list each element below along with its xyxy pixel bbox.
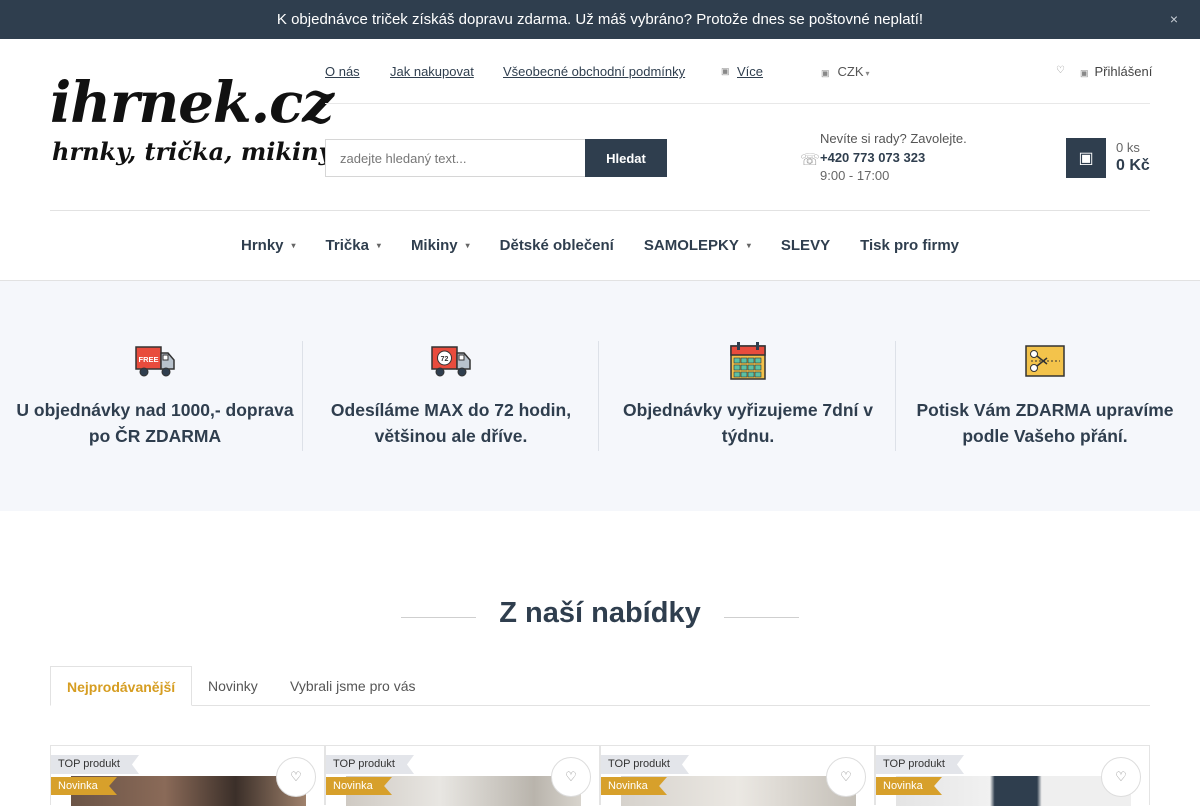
phone-icon: ☏	[800, 152, 821, 169]
tab-vybrali-jsme[interactable]: Vybrali jsme pro vás	[274, 666, 432, 706]
coupon-scissors-icon	[1025, 345, 1065, 377]
nav-item-label: Dětské oblečení	[499, 237, 614, 254]
wishlist-icon[interactable]: ♡	[1056, 65, 1065, 76]
benefit-text: Odesíláme MAX do 72 hodin, většinou ale …	[330, 400, 572, 446]
currency-selector[interactable]: ▣ CZK ▾	[821, 64, 870, 79]
search-button[interactable]: Hledat	[585, 139, 667, 177]
announcement-bar: K objednávce triček získáš dopravu zdarm…	[0, 0, 1200, 39]
announcement-text: K objednávce triček získáš dopravu zdarm…	[276, 11, 924, 28]
svg-text:FREE: FREE	[138, 355, 158, 364]
chevron-down-icon: ▾	[865, 69, 870, 78]
nav-item-samolepky[interactable]: SAMOLEPKY ▾	[644, 237, 751, 254]
flag-new: Novinka	[876, 777, 942, 795]
benefit-free-delivery: FREE U objednávky nad 1000,- doprava po …	[7, 341, 303, 451]
wishlist-heart-icon[interactable]: ♡	[276, 757, 316, 797]
title-divider-right	[724, 617, 799, 618]
nav-item-slevy[interactable]: SLEVY	[781, 237, 830, 254]
nav-item-label: Mikiny	[410, 237, 458, 254]
nav-item-mikiny[interactable]: Mikiny ▾	[411, 237, 470, 254]
72-hour-truck-icon: 72	[431, 346, 471, 377]
benefit-fast-dispatch: 72 Odesíláme MAX do 72 hodin, většinou a…	[303, 341, 599, 451]
cart-quantity: 0 ks	[1116, 140, 1140, 155]
flag-top-product: TOP produkt	[601, 755, 689, 774]
nav-item-label: Tisk pro firmy	[860, 237, 959, 254]
contact-prompt: Nevíte si rady? Zavolejte.	[820, 131, 967, 146]
flag-new: Novinka	[326, 777, 392, 795]
contact-hours: 9:00 - 17:00	[820, 168, 890, 183]
link-about[interactable]: O nás	[325, 64, 360, 79]
login-label: Přihlášení	[1094, 64, 1153, 79]
benefit-text: Potisk Vám ZDARMA upravíme podle Vašeho …	[916, 400, 1174, 446]
top-links: O nás Jak nakupovat Všeobecné obchodní p…	[325, 39, 1152, 104]
cart-button[interactable]: ▣	[1066, 138, 1106, 178]
divider	[598, 341, 599, 451]
link-terms[interactable]: Všeobecné obchodní podmínky	[503, 64, 685, 79]
currency-icon: ▣	[821, 68, 830, 78]
product-card[interactable]: TOP produkt Novinka ♡	[875, 745, 1150, 806]
link-more[interactable]: Více	[737, 64, 763, 79]
free-delivery-truck-icon: FREE	[135, 346, 175, 377]
chevron-down-icon: ▾	[746, 241, 751, 250]
nav-item-tisk-pro-firmy[interactable]: Tisk pro firmy	[860, 237, 959, 254]
login-link[interactable]: ▣ Přihlášení	[1080, 64, 1152, 79]
logo[interactable]: ihrnek.cz hrnky, trička, mikiny	[50, 73, 334, 177]
flag-top-product: TOP produkt	[876, 755, 964, 774]
product-grid: TOP produkt Novinka ♡ TOP produkt Novink…	[50, 745, 1150, 806]
chevron-down-icon: ▾	[376, 241, 381, 250]
flag-top-product: TOP produkt	[51, 755, 139, 774]
nav-item-hrnky[interactable]: Hrnky ▾	[241, 237, 296, 254]
wishlist-heart-icon[interactable]: ♡	[826, 757, 866, 797]
product-tabs: Nejprodávanější Novinky Vybrali jsme pro…	[50, 666, 1150, 706]
header: ihrnek.cz hrnky, trička, mikiny O nás Ja…	[50, 39, 1152, 211]
cart-icon: ▣	[1078, 150, 1094, 167]
chevron-down-icon: ▾	[291, 241, 296, 250]
section-title: Z naší nabídky	[499, 597, 701, 629]
contact-phone[interactable]: +420 773 073 323	[820, 150, 925, 165]
benefits-section: FREE U objednávky nad 1000,- doprava po …	[0, 281, 1200, 511]
cart-price: 0 Kč	[1116, 157, 1150, 174]
svg-text:72: 72	[441, 356, 449, 363]
user-icon: ▣	[1080, 68, 1089, 78]
logo-title: ihrnek.cz	[50, 70, 334, 136]
benefit-seven-days: Objednávky vyřizujeme 7dní v týdnu.	[600, 341, 896, 451]
benefit-text: U objednávky nad 1000,- doprava po ČR ZD…	[16, 400, 294, 446]
nav-item-label: SAMOLEPKY	[643, 237, 739, 254]
currency-label: CZK	[837, 64, 864, 79]
nav-item-label: SLEVY	[780, 237, 831, 254]
logo-tagline: hrnky, trička, mikiny	[52, 137, 333, 166]
flag-top-product: TOP produkt	[326, 755, 414, 774]
search-input[interactable]	[325, 139, 586, 177]
link-how-to-buy[interactable]: Jak nakupovat	[390, 64, 474, 79]
flag-new: Novinka	[51, 777, 117, 795]
calendar-icon	[730, 342, 766, 380]
divider	[895, 341, 896, 451]
close-icon[interactable]: ×	[1170, 11, 1178, 27]
product-card[interactable]: TOP produkt Novinka ♡	[50, 745, 325, 806]
more-icon: ▣	[721, 66, 730, 76]
flag-new: Novinka	[601, 777, 667, 795]
product-card[interactable]: TOP produkt Novinka ♡	[325, 745, 600, 806]
tab-nejprodavanejsi[interactable]: Nejprodávanější	[50, 666, 193, 706]
nav-item-label: Hrnky	[241, 237, 284, 254]
nav-item-tricka[interactable]: Trička ▾	[326, 237, 381, 254]
main-nav: Hrnky ▾ Trička ▾ Mikiny ▾ Dětské oblečení S…	[0, 211, 1200, 281]
wishlist-heart-icon[interactable]: ♡	[1101, 757, 1141, 797]
chevron-down-icon: ▾	[465, 241, 470, 250]
tab-novinky[interactable]: Novinky	[192, 666, 274, 706]
wishlist-heart-icon[interactable]: ♡	[551, 757, 591, 797]
product-card[interactable]: TOP produkt Novinka ♡	[600, 745, 875, 806]
benefit-text: Objednávky vyřizujeme 7dní v týdnu.	[623, 400, 873, 446]
benefit-free-print-edit: Potisk Vám ZDARMA upravíme podle Vašeho …	[897, 341, 1193, 451]
nav-item-detske-obleceni[interactable]: Dětské oblečení	[500, 237, 614, 254]
nav-item-label: Trička	[325, 237, 369, 254]
